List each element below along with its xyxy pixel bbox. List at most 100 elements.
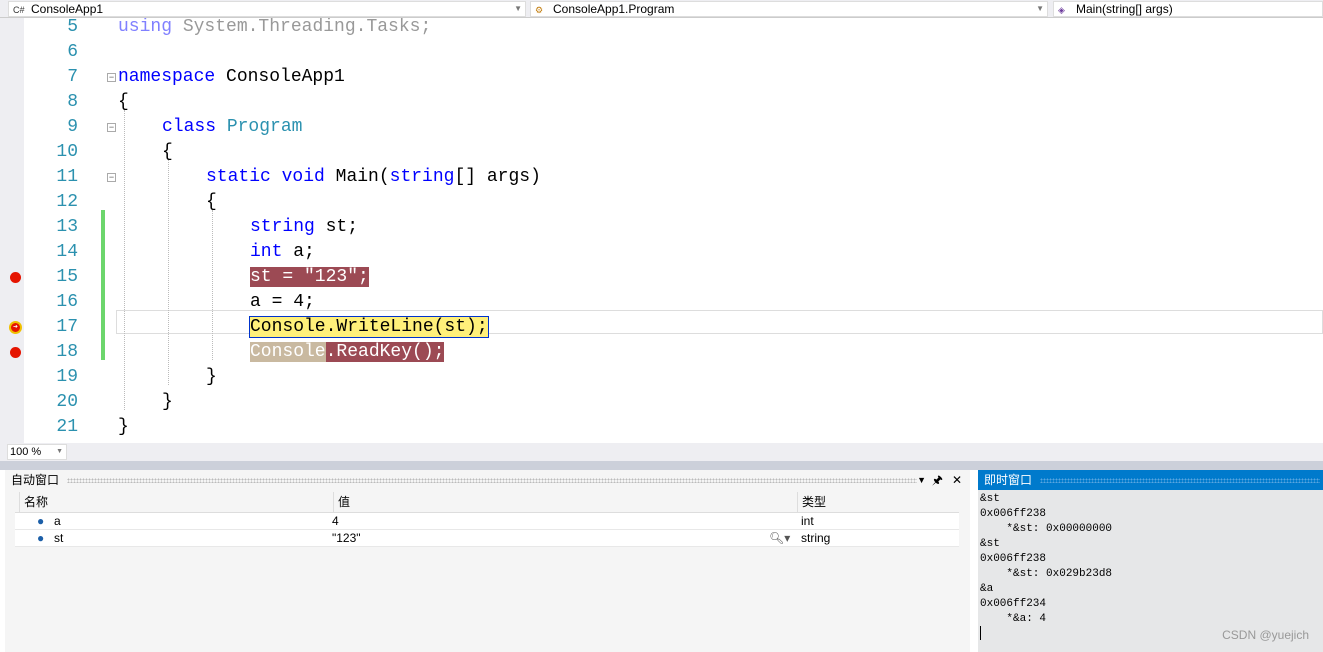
project-dropdown[interactable]: C# ConsoleApp1 ▼ <box>8 1 526 17</box>
variable-value[interactable]: 4 <box>332 513 339 530</box>
class-name: ConsoleApp1.Program <box>553 2 675 16</box>
line-number: 9 <box>67 117 78 137</box>
line-number: 11 <box>56 167 78 187</box>
immediate-window[interactable]: 即时窗口 &st 0x006ff238 *&st: 0x00000000 &st 0x… <box>978 470 1323 652</box>
variable-name: st <box>54 531 64 545</box>
variable-icon: ● <box>37 531 45 545</box>
code-text: using System.Threading.Tasks; <box>118 18 432 37</box>
variable-type: int <box>801 514 814 528</box>
code-text: { <box>206 192 217 212</box>
table-row[interactable]: ● a 4 int <box>15 513 959 530</box>
collapse-toggle[interactable]: − <box>107 73 116 82</box>
code-line[interactable]: 16 a = 4; <box>0 290 1323 315</box>
line-number: 17 <box>56 317 78 337</box>
watermark: CSDN @yuejich <box>1222 628 1309 642</box>
code-line[interactable]: 13 string st; <box>0 215 1323 240</box>
code-text: int a; <box>250 242 315 262</box>
variable-value[interactable]: "123" <box>332 530 361 547</box>
variable-icon: ● <box>37 514 45 528</box>
code-line[interactable]: 7 namespace ConsoleApp1− <box>0 65 1323 90</box>
line-number: 13 <box>56 217 78 237</box>
zoom-level: 100 % <box>10 446 42 458</box>
chevron-down-icon: ▼ <box>514 4 522 13</box>
current-statement-arrow-icon[interactable]: ➔ <box>9 321 22 334</box>
breakpoint-icon[interactable] <box>10 272 21 283</box>
dropdown-icon[interactable]: ▼ <box>917 470 926 490</box>
class-icon: ⚙ <box>535 5 544 15</box>
line-number: 20 <box>56 392 78 412</box>
code-editor[interactable]: 5 using System.Threading.Tasks; 6 7 namespac… <box>0 18 1323 443</box>
immediate-output[interactable]: &st 0x006ff238 *&st: 0x00000000 &st 0x006ff… <box>978 490 1323 629</box>
autos-title-bar: 自动窗口 ▼ 🖈 ✕ <box>5 470 970 490</box>
line-number: 7 <box>67 67 78 87</box>
code-line[interactable]: 17 Console.WriteLine(st); ➔ <box>0 315 1323 340</box>
autos-grid: 名称 值 类型 ● a 4 int ● st "123" 🔍︎▾ string <box>15 492 959 547</box>
code-line[interactable]: 12 { <box>0 190 1323 215</box>
column-value[interactable]: 值 <box>333 492 803 513</box>
line-number: 10 <box>56 142 78 162</box>
autos-title: 自动窗口 <box>11 473 60 487</box>
splitter[interactable] <box>0 461 1323 470</box>
immediate-line: *&st: 0x00000000 <box>980 523 1113 535</box>
grip <box>1040 478 1320 483</box>
project-name: ConsoleApp1 <box>31 2 104 16</box>
code-line[interactable]: 20} <box>0 390 1323 415</box>
autos-window: 自动窗口 ▼ 🖈 ✕ 名称 值 类型 ● a 4 int ● st "123" 🔍︎▾ stri… <box>5 470 970 652</box>
line-number: 14 <box>56 242 78 262</box>
pin-icon[interactable]: 🖈 <box>932 470 943 490</box>
immediate-line: *&a: 4 <box>980 613 1047 625</box>
collapse-toggle[interactable]: − <box>107 173 116 182</box>
table-row[interactable]: ● st "123" 🔍︎▾ string <box>15 530 959 547</box>
method-icon: ◈ <box>1058 5 1065 15</box>
variable-type: string <box>801 531 831 545</box>
chevron-down-icon: ▼ <box>56 448 63 455</box>
code-line[interactable]: 15 st = "123"; <box>0 265 1323 290</box>
code-line[interactable]: 19} <box>0 365 1323 390</box>
code-text: Console.ReadKey(); <box>250 342 445 362</box>
immediate-line: &st <box>980 493 1000 505</box>
code-text: { <box>162 142 173 162</box>
column-name[interactable]: 名称 <box>19 492 48 513</box>
code-text: string st; <box>250 217 359 237</box>
visualizer-search-icon[interactable]: 🔍︎▾ <box>769 530 790 547</box>
line-number: 8 <box>67 92 78 112</box>
code-line[interactable]: 6 <box>0 40 1323 65</box>
code-text: Console.WriteLine(st); <box>249 316 489 338</box>
variable-name: a <box>54 514 61 528</box>
code-line[interactable]: 11 static void Main(string[] args) − <box>0 165 1323 190</box>
code-text: namespace ConsoleApp1 <box>118 67 345 87</box>
line-number: 5 <box>67 18 78 37</box>
grid-header: 名称 值 类型 <box>15 492 959 513</box>
line-number: 21 <box>56 417 78 437</box>
line-number: 16 <box>56 292 78 312</box>
code-line[interactable]: 8{ <box>0 90 1323 115</box>
line-number: 15 <box>56 267 78 287</box>
code-line[interactable]: 21} <box>0 415 1323 440</box>
code-text: a = 4; <box>250 292 315 312</box>
member-dropdown[interactable]: ◈ Main(string[] args) <box>1053 1 1323 17</box>
code-line[interactable]: 18 Console.ReadKey(); <box>0 340 1323 365</box>
code-text: } <box>206 367 217 387</box>
zoom-dropdown[interactable]: 100 % ▼ <box>7 444 67 460</box>
column-type[interactable]: 类型 <box>797 492 957 513</box>
class-dropdown[interactable]: ⚙ ConsoleApp1.Program ▼ <box>530 1 1048 17</box>
line-number: 18 <box>56 342 78 362</box>
text-cursor <box>980 626 981 640</box>
immediate-line: &st <box>980 538 1000 550</box>
code-text: } <box>118 417 129 437</box>
breakpoint-icon[interactable] <box>10 347 21 358</box>
line-number: 6 <box>67 42 78 62</box>
immediate-line: *&st: 0x029b23d8 <box>980 568 1113 580</box>
collapse-toggle[interactable]: − <box>107 123 116 132</box>
code-line[interactable]: 9 class Program − <box>0 115 1323 140</box>
immediate-title-bar: 即时窗口 <box>978 470 1323 490</box>
code-line[interactable]: 5 using System.Threading.Tasks; <box>0 18 1323 40</box>
code-text: { <box>118 92 129 112</box>
close-icon[interactable]: ✕ <box>952 470 962 490</box>
zoom-bar: 100 % ▼ <box>0 443 1323 461</box>
code-line[interactable]: 10 { <box>0 140 1323 165</box>
immediate-line: 0x006ff238 <box>980 508 1047 520</box>
grip <box>67 478 917 483</box>
chevron-down-icon: ▼ <box>1036 4 1044 13</box>
code-line[interactable]: 14 int a; <box>0 240 1323 265</box>
